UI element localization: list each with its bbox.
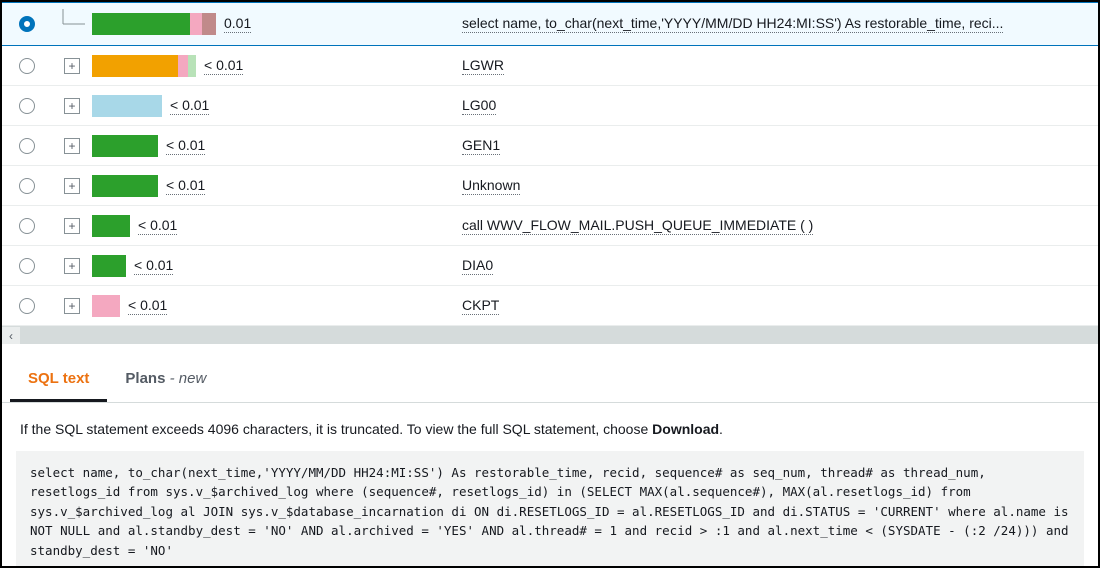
tree-connector-icon <box>57 9 87 39</box>
sql-statement-label[interactable]: GEN1 <box>462 137 500 155</box>
expand-button[interactable]: + <box>64 258 80 274</box>
bar-segment <box>92 295 120 317</box>
table-row[interactable]: + < 0.01 LGWR <box>2 46 1098 86</box>
sql-statement-label[interactable]: select name, to_char(next_time,'YYYY/MM/… <box>462 15 1003 33</box>
detail-tabs: SQL text Plans - new <box>2 358 1098 403</box>
sql-statement-label[interactable]: call WWV_FLOW_MAIL.PUSH_QUEUE_IMMEDIATE … <box>462 217 813 235</box>
load-value: < 0.01 <box>138 217 177 235</box>
load-value: < 0.01 <box>204 57 243 75</box>
bar-segment <box>178 55 188 77</box>
row-select-radio[interactable] <box>19 58 35 74</box>
row-select-radio[interactable] <box>19 16 35 32</box>
expand-button[interactable]: + <box>64 178 80 194</box>
load-value: < 0.01 <box>134 257 173 275</box>
load-bar <box>92 175 158 197</box>
expand-button[interactable]: + <box>64 58 80 74</box>
row-select-radio[interactable] <box>19 298 35 314</box>
table-row[interactable]: + < 0.01 CKPT <box>2 286 1098 326</box>
bar-segment <box>92 95 162 117</box>
expand-button[interactable]: + <box>64 138 80 154</box>
expand-button[interactable]: + <box>64 98 80 114</box>
table-row[interactable]: + < 0.01 Unknown <box>2 166 1098 206</box>
sql-statement-label[interactable]: LGWR <box>462 57 504 75</box>
expand-button[interactable]: + <box>64 298 80 314</box>
bar-segment <box>92 255 126 277</box>
load-bar <box>92 95 162 117</box>
bar-segment <box>92 55 178 77</box>
load-value: < 0.01 <box>166 177 205 195</box>
sql-statement-label[interactable]: LG00 <box>462 97 496 115</box>
tab-plans[interactable]: Plans - new <box>107 358 224 402</box>
horizontal-scrollbar[interactable]: ‹ <box>2 326 1098 344</box>
load-bar <box>92 295 120 317</box>
truncation-notice: If the SQL statement exceeds 4096 charac… <box>2 403 1098 451</box>
load-bar <box>92 13 216 35</box>
load-value: < 0.01 <box>170 97 209 115</box>
tab-sql-text[interactable]: SQL text <box>10 358 107 402</box>
row-select-radio[interactable] <box>19 258 35 274</box>
bar-segment <box>92 175 158 197</box>
bar-segment <box>92 135 158 157</box>
sql-statement-label[interactable]: Unknown <box>462 177 520 195</box>
tab-plans-badge: - new <box>165 370 206 387</box>
load-bar <box>92 135 158 157</box>
row-select-radio[interactable] <box>19 98 35 114</box>
load-bar <box>92 215 130 237</box>
bar-segment <box>188 55 196 77</box>
load-bar <box>92 55 196 77</box>
scroll-left-arrow[interactable]: ‹ <box>2 327 20 345</box>
row-select-radio[interactable] <box>19 178 35 194</box>
sql-statement-label[interactable]: CKPT <box>462 297 499 315</box>
bar-segment <box>190 13 202 35</box>
table-row[interactable]: + < 0.01 GEN1 <box>2 126 1098 166</box>
row-select-radio[interactable] <box>19 218 35 234</box>
bar-segment <box>92 13 190 35</box>
sql-table: 0.01 select name, to_char(next_time,'YYYY… <box>2 2 1098 326</box>
bar-segment <box>202 13 216 35</box>
tab-plans-label: Plans <box>125 370 165 387</box>
bar-segment <box>92 215 130 237</box>
table-row[interactable]: + < 0.01 call WWV_FLOW_MAIL.PUSH_QUEUE_IMM… <box>2 206 1098 246</box>
load-bar <box>92 255 126 277</box>
table-row[interactable]: + < 0.01 LG00 <box>2 86 1098 126</box>
sql-statement-label[interactable]: DIA0 <box>462 257 493 275</box>
load-value: 0.01 <box>224 15 251 33</box>
load-value: < 0.01 <box>166 137 205 155</box>
table-row[interactable]: 0.01 select name, to_char(next_time,'YYYY… <box>2 2 1098 46</box>
table-row[interactable]: + < 0.01 DIA0 <box>2 246 1098 286</box>
notice-prefix: If the SQL statement exceeds 4096 charac… <box>20 421 652 437</box>
notice-suffix: . <box>719 421 723 437</box>
expand-button[interactable]: + <box>64 218 80 234</box>
sql-code-block: select name, to_char(next_time,'YYYY/MM/… <box>16 451 1084 568</box>
scroll-track[interactable] <box>20 327 1098 344</box>
notice-download-word: Download <box>652 421 719 437</box>
row-select-radio[interactable] <box>19 138 35 154</box>
load-value: < 0.01 <box>128 297 167 315</box>
